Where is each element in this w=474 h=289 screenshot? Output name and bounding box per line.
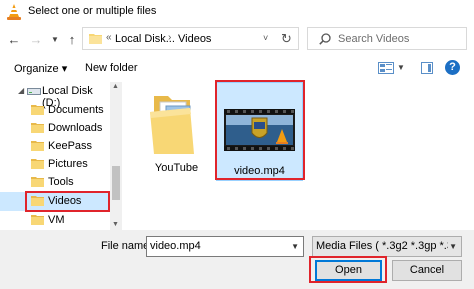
folder-icon bbox=[31, 141, 44, 151]
file-name-label: File name: bbox=[101, 240, 153, 252]
folder-icon bbox=[89, 34, 102, 44]
file-item-youtube[interactable]: YouTube bbox=[145, 87, 208, 175]
file-name-combobox[interactable]: video.mp4 ▼ bbox=[146, 236, 304, 257]
tree-item-local-disk[interactable]: ◢ Local Disk (D:) bbox=[0, 82, 110, 109]
chevron-down-icon[interactable]: ▼ bbox=[449, 242, 457, 251]
view-chevron-down-icon[interactable]: ▼ bbox=[397, 63, 405, 72]
scroll-thumb[interactable] bbox=[112, 166, 120, 200]
window-title: Select one or multiple files bbox=[28, 5, 157, 17]
search-icon bbox=[319, 33, 331, 45]
tree-item-label: Documents bbox=[48, 104, 104, 116]
tree-item-label: Tools bbox=[48, 176, 74, 188]
command-bar: Organize ▾ New folder ▼ ? bbox=[0, 55, 474, 82]
tree-item-documents[interactable]: Documents bbox=[0, 101, 110, 120]
forward-arrow-icon[interactable]: → bbox=[28, 31, 44, 47]
tree-item-label: KeePass bbox=[48, 140, 93, 152]
chevron-down-icon[interactable]: ▼ bbox=[291, 242, 299, 251]
tree-item-pictures[interactable]: Pictures bbox=[0, 155, 110, 174]
chevron-down-icon[interactable]: ˅ bbox=[263, 33, 268, 43]
vlc-cone-icon bbox=[7, 4, 21, 20]
tree-item-label: VM bbox=[48, 214, 65, 226]
drive-icon bbox=[27, 88, 41, 95]
file-name-label: YouTube bbox=[154, 162, 199, 174]
search-input[interactable] bbox=[338, 31, 463, 47]
preview-pane-icon[interactable] bbox=[421, 62, 433, 74]
organize-button[interactable]: Organize ▾ bbox=[14, 62, 67, 75]
up-arrow-icon[interactable]: ↑ bbox=[64, 31, 80, 47]
folder-icon bbox=[31, 105, 44, 115]
address-row: ← → ▼ ↑ « Local Disk... › Videos ˅ ↻ bbox=[0, 26, 474, 54]
tree-item-tools[interactable]: Tools bbox=[0, 173, 110, 192]
breadcrumb-separator-icon[interactable]: › bbox=[168, 32, 171, 43]
tree-item-vm[interactable]: VM bbox=[0, 211, 110, 230]
title-bar: Select one or multiple files bbox=[0, 0, 474, 24]
folder-icon bbox=[150, 96, 194, 154]
nav-pane-scrollbar[interactable]: ▲ ▼ bbox=[110, 82, 122, 230]
address-bar[interactable]: « Local Disk... › Videos ˅ ↻ bbox=[82, 27, 299, 50]
footer-panel: File name: video.mp4 ▼ Media Files ( *.3… bbox=[0, 230, 474, 289]
file-name-value[interactable]: video.mp4 bbox=[150, 240, 201, 252]
folder-icon bbox=[31, 177, 44, 187]
tree-item-label: Downloads bbox=[48, 122, 103, 134]
file-type-value: Media Files ( *.3g2 *.3gp *.3gp2 bbox=[316, 240, 448, 252]
tree-item-keepass[interactable]: KeePass bbox=[0, 137, 110, 156]
refresh-icon[interactable]: ↻ bbox=[281, 31, 292, 47]
tree-item-label: Pictures bbox=[48, 158, 88, 170]
open-highlight-box bbox=[309, 256, 387, 283]
cancel-button[interactable]: Cancel bbox=[392, 260, 462, 281]
help-icon[interactable]: ? bbox=[445, 60, 460, 75]
folder-icon bbox=[31, 215, 44, 225]
breadcrumb-videos[interactable]: Videos bbox=[178, 33, 211, 45]
scroll-up-arrow-icon[interactable]: ▲ bbox=[112, 83, 119, 90]
folder-icon bbox=[31, 123, 44, 133]
scroll-down-arrow-icon[interactable]: ▼ bbox=[112, 221, 119, 228]
video-highlight-box bbox=[215, 80, 305, 180]
back-arrow-icon[interactable]: ← bbox=[6, 31, 22, 47]
collapse-chevron-icon[interactable]: ◢ bbox=[18, 86, 24, 95]
tree-item-downloads[interactable]: Downloads bbox=[0, 119, 110, 138]
search-box[interactable] bbox=[307, 27, 467, 50]
file-type-select[interactable]: Media Files ( *.3g2 *.3gp *.3gp2 ▼ bbox=[312, 236, 462, 257]
breadcrumb-local-disk[interactable]: Local Disk... bbox=[115, 33, 175, 45]
videos-highlight-box bbox=[25, 191, 110, 212]
breadcrumb-separator-icon[interactable]: « bbox=[106, 32, 112, 43]
folder-icon bbox=[31, 159, 44, 169]
recent-locations-chevron-icon[interactable]: ▼ bbox=[47, 31, 63, 47]
view-options-icon[interactable] bbox=[378, 62, 394, 74]
new-folder-button[interactable]: New folder bbox=[85, 62, 138, 74]
